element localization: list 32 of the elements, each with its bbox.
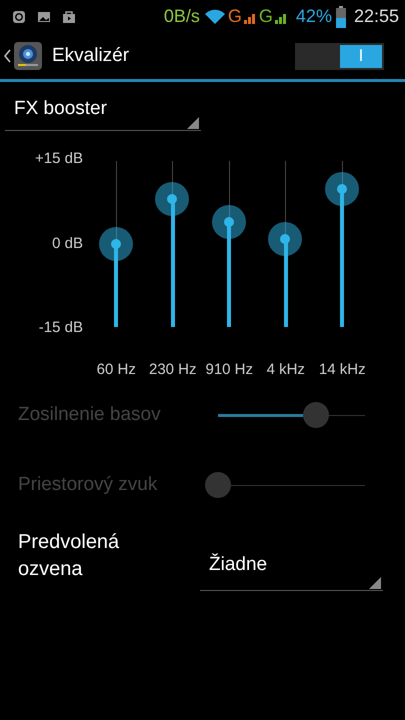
slider-thumb[interactable] [155, 182, 190, 216]
battery-icon [336, 6, 346, 28]
speaker-icon [14, 42, 42, 70]
image-icon [37, 10, 51, 24]
slider-thumb[interactable] [268, 222, 302, 256]
caret-icon [4, 49, 11, 63]
db-label: -15 dB [38, 319, 83, 336]
reverb-label: Predvolená ozvena [18, 530, 120, 582]
battery-percent: 42% [296, 6, 332, 27]
notification-icon [12, 10, 26, 24]
frequency-label: 60 Hz [96, 361, 137, 378]
screen-title: Ekvalizér [52, 45, 130, 67]
frequency-label: 14 kHz [318, 361, 367, 378]
data-speed: 0B/s [164, 6, 200, 27]
back-button[interactable] [4, 42, 42, 70]
frequency-label: 910 Hz [204, 361, 254, 378]
wifi-icon [204, 8, 226, 24]
db-label: +15 dB [35, 150, 83, 167]
slider-thumb[interactable] [212, 205, 246, 240]
frequency-label: 230 Hz [148, 361, 198, 378]
slider-thumb[interactable] [324, 172, 359, 206]
db-label: 0 dB [52, 234, 83, 252]
preset-dropdown[interactable]: FX booster [5, 98, 201, 131]
frequency-label: 4 kHz [266, 361, 306, 378]
clock: 22:55 [354, 6, 399, 27]
slider-thumb[interactable] [98, 227, 133, 261]
bag-icon [62, 10, 76, 24]
effect-label: Zosilnenie basov [18, 404, 162, 426]
effect-label: Priestorový zvuk [18, 474, 158, 496]
network-type: G [228, 6, 242, 27]
network-type: G [258, 6, 273, 27]
reverb-dropdown[interactable]: Žiadne [200, 554, 383, 591]
